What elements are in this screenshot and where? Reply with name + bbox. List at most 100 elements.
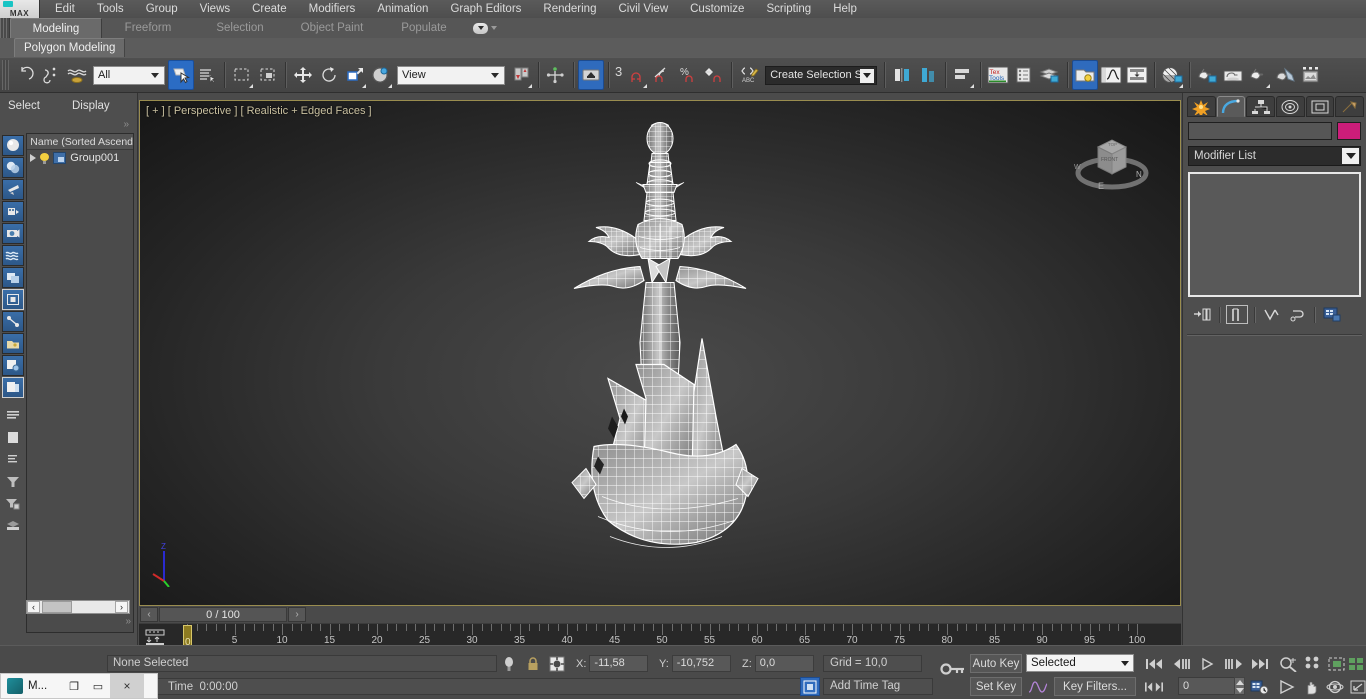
max-logo-button[interactable]: MAX (0, 0, 40, 18)
select-bones-icon[interactable] (1, 311, 24, 332)
select-helpers-icon[interactable] (1, 201, 24, 222)
select-move-icon[interactable] (290, 60, 316, 90)
blank-view-icon[interactable] (1, 427, 24, 448)
show-end-result-icon[interactable] (1226, 305, 1248, 324)
selection-lock-icon[interactable] (1, 355, 24, 376)
go-to-end-icon[interactable] (1250, 654, 1270, 673)
render-iterative-icon[interactable] (1272, 60, 1298, 90)
select-by-name-icon[interactable] (194, 60, 220, 90)
menu-item-customize[interactable]: Customize (679, 0, 755, 18)
minimize-button[interactable]: ▭ (86, 674, 110, 698)
current-frame-field[interactable]: 0 (1178, 677, 1238, 695)
menu-item-rendering[interactable]: Rendering (532, 0, 607, 18)
select-rotate-icon[interactable] (316, 60, 342, 90)
select-scale-icon[interactable] (342, 60, 368, 90)
motion-tab[interactable] (1276, 96, 1305, 117)
scene-explorer-hscrollbar[interactable]: ‹ › (26, 600, 130, 614)
zoom-all-icon[interactable] (1303, 654, 1323, 673)
scene-explorer-icon[interactable] (1011, 60, 1037, 90)
add-time-tag-button[interactable]: Add Time Tag (823, 678, 933, 695)
wireframe-model[interactable] (490, 117, 830, 590)
coord-z-field[interactable]: 0,0 (754, 655, 814, 672)
time-configuration-icon[interactable] (1250, 677, 1270, 696)
selection-filter-combo[interactable]: All (93, 65, 165, 85)
lights-explorer-icon[interactable] (1072, 60, 1099, 90)
select-groups-icon[interactable] (1, 267, 24, 288)
menu-select[interactable]: Select (8, 100, 40, 112)
select-link-icon[interactable] (38, 60, 64, 90)
undo-icon[interactable] (12, 60, 38, 90)
frame-spinner[interactable] (1234, 677, 1245, 695)
menu-item-graph-editors[interactable]: Graph Editors (439, 0, 532, 18)
select-influences-icon[interactable] (1, 377, 24, 398)
layer-manager-icon[interactable] (950, 60, 976, 90)
spinner-down-icon[interactable] (1235, 686, 1244, 694)
pan-icon[interactable] (1302, 677, 1322, 696)
select-spacewarps-icon[interactable] (1, 245, 24, 266)
modifier-stack[interactable] (1188, 172, 1361, 297)
tab-populate[interactable]: Populate (378, 18, 470, 38)
compact-view-icon[interactable] (1, 449, 24, 470)
menu-item-group[interactable]: Group (135, 0, 189, 18)
menu-item-animation[interactable]: Animation (366, 0, 439, 18)
tab-freeform[interactable]: Freeform (102, 18, 194, 38)
menu-item-edit[interactable]: Edit (44, 0, 86, 18)
curve-editor-icon[interactable] (1098, 60, 1124, 90)
window-crossing-icon[interactable] (255, 60, 281, 90)
coord-y-field[interactable]: -10,752 (671, 655, 731, 672)
ribbon-minimize-dropdown[interactable] (470, 18, 500, 38)
select-cameras-icon[interactable] (1, 223, 24, 244)
material-editor-icon[interactable] (1159, 60, 1185, 90)
close-button[interactable]: × (110, 674, 144, 698)
scroll-thumb[interactable] (42, 601, 72, 613)
menu-item-help[interactable]: Help (822, 0, 868, 18)
rendered-frame-window-icon[interactable] (1220, 60, 1246, 90)
viewcube[interactable]: TOP FRONT W N E (1070, 129, 1154, 191)
percent-snap-icon[interactable]: % (675, 60, 701, 90)
list-column-header[interactable]: Name (Sorted Ascend (27, 134, 133, 150)
menu-item-scripting[interactable]: Scripting (755, 0, 822, 18)
auto-key-button[interactable]: Auto Key (970, 654, 1022, 673)
frame-prev-button[interactable]: ‹ (140, 607, 158, 622)
reference-coordinate-combo[interactable]: View (397, 65, 505, 85)
zoom-icon[interactable] (1279, 654, 1299, 673)
modifier-list-dropdown[interactable]: Modifier List (1188, 146, 1361, 166)
align-icon[interactable] (915, 60, 941, 90)
angle-snap-icon[interactable] (649, 60, 675, 90)
set-key-mode-icon[interactable] (940, 660, 964, 676)
display-tab[interactable] (1305, 96, 1335, 117)
scroll-left-arrow[interactable]: ‹ (27, 601, 40, 613)
select-and-manipulate-icon[interactable] (543, 60, 569, 90)
selection-lock-icon[interactable] (524, 655, 541, 672)
menu-item-views[interactable]: Views (189, 0, 241, 18)
scene-explorer-bottom-chevron[interactable]: » (125, 616, 131, 627)
mirror-objects-icon[interactable] (889, 60, 915, 90)
configure-modifier-sets-icon[interactable] (1321, 305, 1343, 324)
coord-x-field[interactable]: -11,58 (589, 655, 649, 672)
object-color-swatch[interactable] (1337, 122, 1361, 140)
named-selection-set-combo[interactable]: Create Selection Se (765, 65, 878, 85)
textools-icon[interactable]: Tex Tools (985, 60, 1011, 90)
layer-explorer-icon[interactable] (1037, 60, 1063, 90)
zoom-extents-icon[interactable] (1327, 654, 1347, 673)
render-production-icon[interactable] (1246, 60, 1272, 90)
previous-frame-icon[interactable] (1172, 654, 1192, 673)
select-object-icon[interactable] (168, 60, 194, 90)
menu-item-civil-view[interactable]: Civil View (607, 0, 679, 18)
snap-3d-icon[interactable] (623, 60, 649, 90)
scene-explorer-overflow-chevron[interactable]: » (0, 119, 137, 133)
expand-triangle-icon[interactable] (30, 154, 37, 162)
frame-slider-handle[interactable]: 0 / 100 (159, 607, 287, 622)
tab-object-paint[interactable]: Object Paint (286, 18, 378, 38)
snaps-toggle-icon[interactable] (578, 60, 604, 90)
menu-item-tools[interactable]: Tools (86, 0, 135, 18)
isolate-selection-icon[interactable] (500, 655, 517, 672)
object-name-field[interactable] (1188, 122, 1332, 140)
maximize-viewport-icon[interactable] (1348, 677, 1366, 696)
menu-item-modifiers[interactable]: Modifiers (298, 0, 367, 18)
select-containers-icon[interactable] (1, 333, 24, 354)
hierarchy-tab[interactable] (1246, 96, 1276, 117)
menu-item-create[interactable]: Create (241, 0, 298, 18)
zoom-region-icon[interactable] (1347, 654, 1366, 673)
tab-selection[interactable]: Selection (194, 18, 286, 38)
